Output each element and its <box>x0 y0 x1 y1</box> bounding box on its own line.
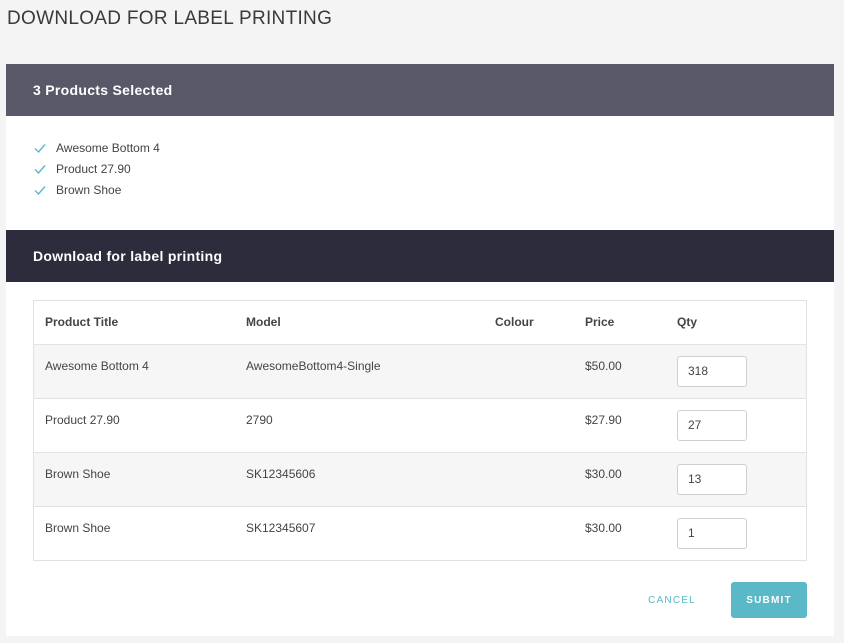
check-icon <box>34 164 46 174</box>
cell-price: $30.00 <box>574 452 666 507</box>
cell-colour <box>484 344 574 399</box>
column-header-qty: Qty <box>666 301 806 345</box>
selected-product-item: Brown Shoe <box>33 179 834 200</box>
products-table: Product Title Model Colour Price Qty Awe… <box>34 301 806 560</box>
selected-product-item: Awesome Bottom 4 <box>33 137 834 158</box>
selected-products-panel: 3 Products Selected Awesome Bottom 4 Pro… <box>6 64 834 230</box>
cell-product-title: Brown Shoe <box>34 506 235 560</box>
qty-input[interactable] <box>677 409 747 441</box>
column-header-colour: Colour <box>484 301 574 345</box>
check-icon <box>34 143 46 153</box>
cancel-button[interactable]: CANCEL <box>633 587 711 613</box>
cell-colour <box>484 398 574 453</box>
page-title: DOWNLOAD FOR LABEL PRINTING <box>7 8 333 29</box>
cell-qty <box>666 344 806 399</box>
cell-colour <box>484 506 574 560</box>
submit-button[interactable]: SUBMIT <box>731 582 807 618</box>
products-table-container: Product Title Model Colour Price Qty Awe… <box>33 300 807 561</box>
cell-price: $50.00 <box>574 344 666 399</box>
cell-product-title: Product 27.90 <box>34 398 235 453</box>
table-row: Awesome Bottom 4 AwesomeBottom4-Single $… <box>34 344 806 399</box>
table-header-row: Product Title Model Colour Price Qty <box>34 301 806 345</box>
qty-input[interactable] <box>677 517 747 549</box>
selected-product-label: Awesome Bottom 4 <box>56 140 160 155</box>
cell-qty <box>666 452 806 507</box>
cell-qty <box>666 398 806 453</box>
column-header-price: Price <box>574 301 666 345</box>
table-row: Product 27.90 2790 $27.90 <box>34 398 806 453</box>
cell-model: AwesomeBottom4-Single <box>235 344 484 399</box>
cell-model: 2790 <box>235 398 484 453</box>
check-icon <box>34 185 46 195</box>
qty-input[interactable] <box>677 355 747 387</box>
selected-product-label: Product 27.90 <box>56 161 131 176</box>
qty-input[interactable] <box>677 463 747 495</box>
selected-product-item: Product 27.90 <box>33 158 834 179</box>
table-row: Brown Shoe SK12345606 $30.00 <box>34 452 806 507</box>
cell-colour <box>484 452 574 507</box>
cell-price: $27.90 <box>574 398 666 453</box>
cell-model: SK12345606 <box>235 452 484 507</box>
cell-price: $30.00 <box>574 506 666 560</box>
column-header-model: Model <box>235 301 484 345</box>
cell-qty <box>666 506 806 560</box>
download-header: Download for label printing <box>6 230 834 282</box>
table-row: Brown Shoe SK12345607 $30.00 <box>34 506 806 560</box>
cell-product-title: Brown Shoe <box>34 452 235 507</box>
cell-model: SK12345607 <box>235 506 484 560</box>
selected-product-label: Brown Shoe <box>56 182 122 197</box>
selected-products-header: 3 Products Selected <box>6 64 834 116</box>
cell-product-title: Awesome Bottom 4 <box>34 344 235 399</box>
column-header-product-title: Product Title <box>34 301 235 345</box>
download-panel: Download for label printing Product Titl… <box>6 230 834 636</box>
selected-products-list: Awesome Bottom 4 Product 27.90 Brown Sho… <box>6 116 834 200</box>
